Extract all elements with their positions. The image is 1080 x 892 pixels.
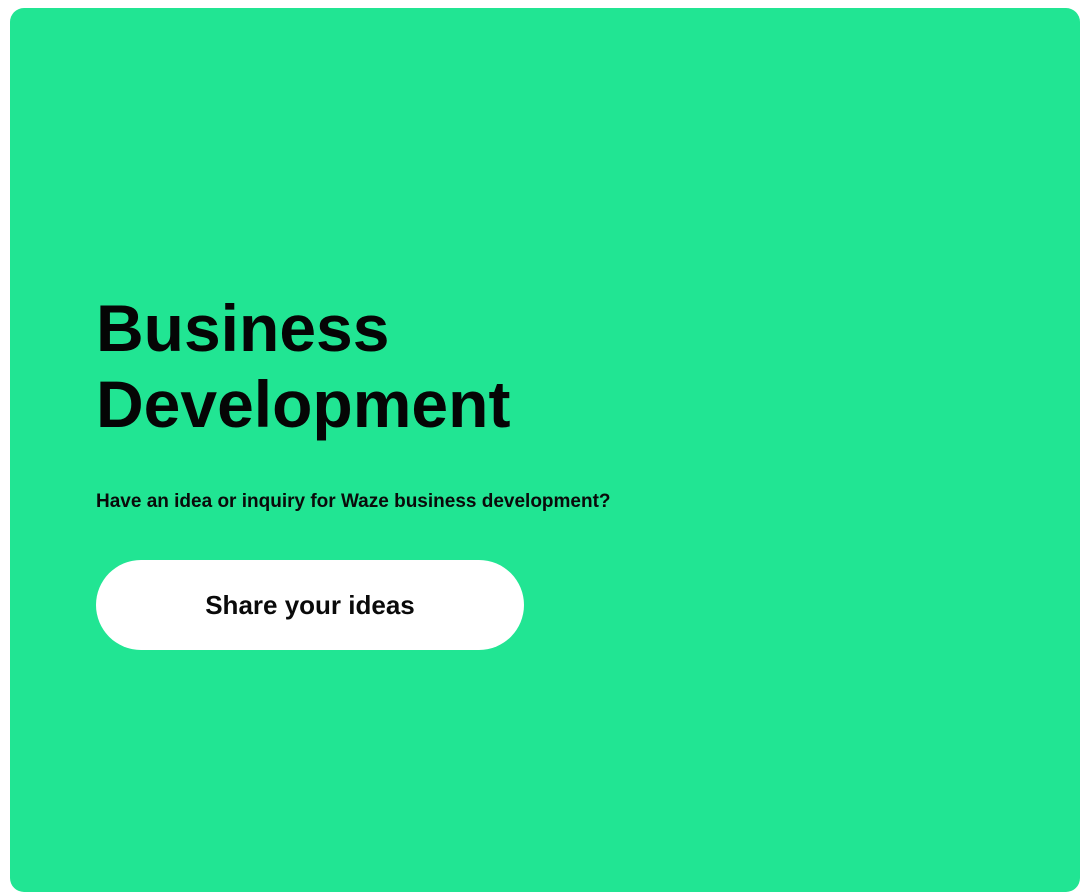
card-content: Business Development Have an idea or inq…	[96, 290, 996, 650]
business-development-card: Business Development Have an idea or inq…	[10, 8, 1080, 892]
card-title: Business Development	[96, 290, 996, 442]
share-your-ideas-label: Share your ideas	[205, 589, 415, 620]
card-title-line-1: Business	[96, 291, 390, 365]
share-your-ideas-button[interactable]: Share your ideas	[96, 560, 524, 650]
card-description: Have an idea or inquiry for Waze busines…	[96, 491, 611, 512]
card-title-line-2: Development	[96, 367, 511, 441]
